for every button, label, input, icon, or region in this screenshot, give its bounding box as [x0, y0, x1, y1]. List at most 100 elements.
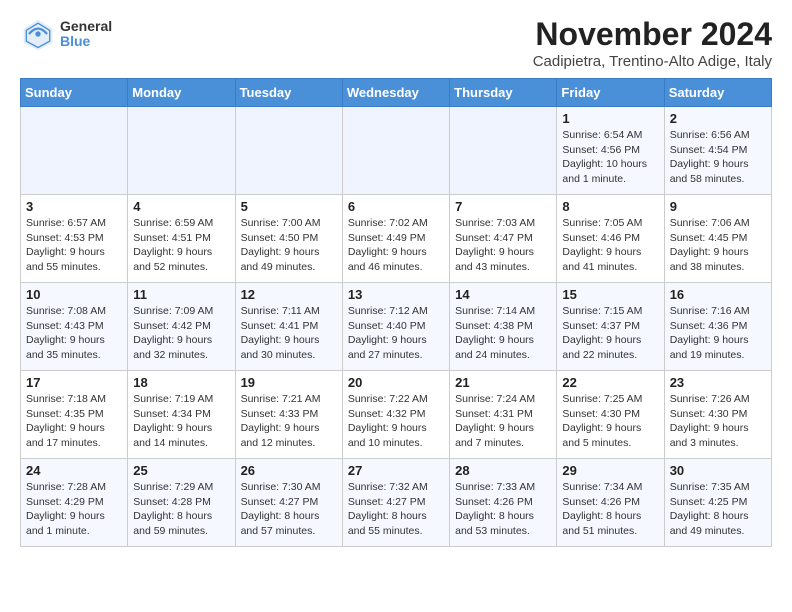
day-info: Sunrise: 7:21 AM Sunset: 4:33 PM Dayligh…: [241, 392, 337, 451]
day-number: 28: [455, 463, 551, 478]
calendar-cell: 16Sunrise: 7:16 AM Sunset: 4:36 PM Dayli…: [664, 283, 771, 371]
day-info: Sunrise: 7:08 AM Sunset: 4:43 PM Dayligh…: [26, 304, 122, 363]
calendar-cell: 24 Sunrise: 7:28 AM Sunset: 4:29 PM Dayli…: [21, 459, 128, 547]
day-info: Sunrise: 7:24 AM Sunset: 4:31 PM Dayligh…: [455, 392, 551, 451]
calendar-cell: 26Sunrise: 7:30 AM Sunset: 4:27 PM Dayli…: [235, 459, 342, 547]
calendar-cell: 4 Sunrise: 6:59 AM Sunset: 4:51 PM Daylig…: [128, 195, 235, 283]
day-info: Sunrise: 7:12 AM Sunset: 4:40 PM Dayligh…: [348, 304, 444, 363]
calendar-cell: 8 Sunrise: 7:05 AM Sunset: 4:46 PM Daylig…: [557, 195, 664, 283]
calendar-cell: 1 Sunrise: 6:54 AM Sunset: 4:56 PM Daylig…: [557, 107, 664, 195]
calendar-cell: 2 Sunrise: 6:56 AM Sunset: 4:54 PM Daylig…: [664, 107, 771, 195]
day-number: 3: [26, 199, 122, 214]
calendar-cell: 29 Sunrise: 7:34 AM Sunset: 4:26 PM Dayli…: [557, 459, 664, 547]
calendar-cell: 19 Sunrise: 7:21 AM Sunset: 4:33 PM Dayli…: [235, 371, 342, 459]
day-info: Sunrise: 6:54 AM Sunset: 4:56 PM Dayligh…: [562, 128, 658, 187]
calendar-cell: [235, 107, 342, 195]
calendar-cell: 15 Sunrise: 7:15 AM Sunset: 4:37 PM Dayli…: [557, 283, 664, 371]
day-number: 30: [670, 463, 766, 478]
day-info: Sunrise: 7:02 AM Sunset: 4:49 PM Dayligh…: [348, 216, 444, 275]
day-info: Sunrise: 7:00 AM Sunset: 4:50 PM Dayligh…: [241, 216, 337, 275]
day-info: Sunrise: 7:14 AM Sunset: 4:38 PM Dayligh…: [455, 304, 551, 363]
day-info: Sunrise: 7:28 AM Sunset: 4:29 PM Dayligh…: [26, 480, 122, 539]
day-number: 15: [562, 287, 658, 302]
day-number: 8: [562, 199, 658, 214]
calendar-cell: 13 Sunrise: 7:12 AM Sunset: 4:40 PM Dayli…: [342, 283, 449, 371]
day-number: 10: [26, 287, 122, 302]
day-number: 9: [670, 199, 766, 214]
calendar-cell: 7Sunrise: 7:03 AM Sunset: 4:47 PM Daylig…: [450, 195, 557, 283]
calendar-cell: 14 Sunrise: 7:14 AM Sunset: 4:38 PM Dayli…: [450, 283, 557, 371]
day-number: 29: [562, 463, 658, 478]
day-info: Sunrise: 7:35 AM Sunset: 4:25 PM Dayligh…: [670, 480, 766, 539]
day-info: Sunrise: 6:56 AM Sunset: 4:54 PM Dayligh…: [670, 128, 766, 187]
header-thursday: Thursday: [450, 79, 557, 107]
calendar-cell: [21, 107, 128, 195]
day-info: Sunrise: 7:09 AM Sunset: 4:42 PM Dayligh…: [133, 304, 229, 363]
calendar-row-2: 10 Sunrise: 7:08 AM Sunset: 4:43 PM Dayli…: [21, 283, 772, 371]
header-tuesday: Tuesday: [235, 79, 342, 107]
day-number: 14: [455, 287, 551, 302]
logo-blue: Blue: [60, 34, 112, 49]
day-info: Sunrise: 6:57 AM Sunset: 4:53 PM Dayligh…: [26, 216, 122, 275]
day-info: Sunrise: 7:11 AM Sunset: 4:41 PM Dayligh…: [241, 304, 337, 363]
calendar-cell: [450, 107, 557, 195]
header-saturday: Saturday: [664, 79, 771, 107]
day-number: 1: [562, 111, 658, 126]
day-number: 16: [670, 287, 766, 302]
calendar-cell: [128, 107, 235, 195]
calendar-cell: 23Sunrise: 7:26 AM Sunset: 4:30 PM Dayli…: [664, 371, 771, 459]
day-info: Sunrise: 7:19 AM Sunset: 4:34 PM Dayligh…: [133, 392, 229, 451]
day-number: 19: [241, 375, 337, 390]
day-number: 18: [133, 375, 229, 390]
logo-general: General: [60, 19, 112, 34]
day-number: 27: [348, 463, 444, 478]
calendar-cell: 18 Sunrise: 7:19 AM Sunset: 4:34 PM Dayli…: [128, 371, 235, 459]
logo-text: General Blue: [60, 19, 112, 50]
logo-icon: [20, 16, 56, 52]
day-info: Sunrise: 7:06 AM Sunset: 4:45 PM Dayligh…: [670, 216, 766, 275]
day-info: Sunrise: 7:29 AM Sunset: 4:28 PM Dayligh…: [133, 480, 229, 539]
day-number: 21: [455, 375, 551, 390]
day-info: Sunrise: 7:15 AM Sunset: 4:37 PM Dayligh…: [562, 304, 658, 363]
calendar-cell: 11 Sunrise: 7:09 AM Sunset: 4:42 PM Dayli…: [128, 283, 235, 371]
day-number: 2: [670, 111, 766, 126]
month-title: November 2024: [533, 16, 772, 53]
day-number: 24: [26, 463, 122, 478]
day-info: Sunrise: 7:25 AM Sunset: 4:30 PM Dayligh…: [562, 392, 658, 451]
location-subtitle: Cadipietra, Trentino-Alto Adige, Italy: [533, 53, 772, 70]
calendar-cell: 30 Sunrise: 7:35 AM Sunset: 4:25 PM Dayli…: [664, 459, 771, 547]
calendar-cell: [342, 107, 449, 195]
day-info: Sunrise: 7:30 AM Sunset: 4:27 PM Dayligh…: [241, 480, 337, 539]
day-info: Sunrise: 6:59 AM Sunset: 4:51 PM Dayligh…: [133, 216, 229, 275]
day-info: Sunrise: 7:05 AM Sunset: 4:46 PM Dayligh…: [562, 216, 658, 275]
header-sunday: Sunday: [21, 79, 128, 107]
day-number: 25: [133, 463, 229, 478]
day-number: 13: [348, 287, 444, 302]
calendar-cell: 21 Sunrise: 7:24 AM Sunset: 4:31 PM Dayli…: [450, 371, 557, 459]
day-info: Sunrise: 7:18 AM Sunset: 4:35 PM Dayligh…: [26, 392, 122, 451]
day-info: Sunrise: 7:34 AM Sunset: 4:26 PM Dayligh…: [562, 480, 658, 539]
day-number: 4: [133, 199, 229, 214]
header-monday: Monday: [128, 79, 235, 107]
title-area: November 2024 Cadipietra, Trentino-Alto …: [533, 16, 772, 70]
header-friday: Friday: [557, 79, 664, 107]
day-info: Sunrise: 7:03 AM Sunset: 4:47 PM Dayligh…: [455, 216, 551, 275]
day-info: Sunrise: 7:32 AM Sunset: 4:27 PM Dayligh…: [348, 480, 444, 539]
calendar-table: Sunday Monday Tuesday Wednesday Thursday…: [20, 78, 772, 547]
day-number: 11: [133, 287, 229, 302]
calendar-cell: 27 Sunrise: 7:32 AM Sunset: 4:27 PM Dayli…: [342, 459, 449, 547]
day-number: 12: [241, 287, 337, 302]
calendar-row-1: 3 Sunrise: 6:57 AM Sunset: 4:53 PM Daylig…: [21, 195, 772, 283]
weekday-header-row: Sunday Monday Tuesday Wednesday Thursday…: [21, 79, 772, 107]
calendar-cell: 12 Sunrise: 7:11 AM Sunset: 4:41 PM Dayli…: [235, 283, 342, 371]
calendar-cell: 17Sunrise: 7:18 AM Sunset: 4:35 PM Dayli…: [21, 371, 128, 459]
day-info: Sunrise: 7:26 AM Sunset: 4:30 PM Dayligh…: [670, 392, 766, 451]
calendar-cell: 22Sunrise: 7:25 AM Sunset: 4:30 PM Dayli…: [557, 371, 664, 459]
calendar-cell: 5Sunrise: 7:00 AM Sunset: 4:50 PM Daylig…: [235, 195, 342, 283]
calendar-row-0: 1 Sunrise: 6:54 AM Sunset: 4:56 PM Daylig…: [21, 107, 772, 195]
page-header: General Blue November 2024 Cadipietra, T…: [20, 16, 772, 70]
calendar-cell: 10 Sunrise: 7:08 AM Sunset: 4:43 PM Dayli…: [21, 283, 128, 371]
calendar-cell: 28Sunrise: 7:33 AM Sunset: 4:26 PM Dayli…: [450, 459, 557, 547]
calendar-row-4: 24 Sunrise: 7:28 AM Sunset: 4:29 PM Dayli…: [21, 459, 772, 547]
header-wednesday: Wednesday: [342, 79, 449, 107]
